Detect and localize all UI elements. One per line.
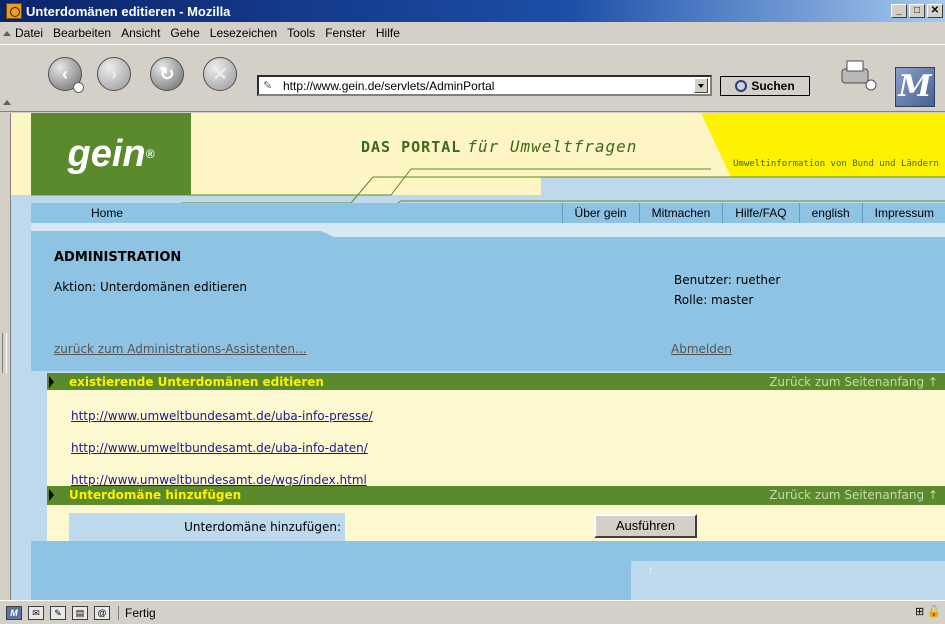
chat-icon[interactable]: @ — [94, 605, 110, 620]
search-button-label: Suchen — [751, 79, 795, 93]
nav-english[interactable]: english — [798, 203, 862, 223]
window-title-bar: Unterdomänen editieren - Mozilla _ □ ✕ — [0, 0, 945, 22]
menu-fenster[interactable]: Fenster — [320, 26, 371, 40]
nav-home[interactable]: Home — [31, 203, 183, 223]
url-input[interactable] — [283, 78, 694, 93]
portal-title: DAS PORTAL für Umweltfragen — [361, 137, 637, 156]
forward-button[interactable]: › — [97, 57, 131, 91]
admin-title: ADMINISTRATION — [54, 250, 182, 265]
page-content: gein ® DAS PORTAL für Umweltfragen Umwelti… — [10, 113, 945, 600]
section-add-subdomain: Unterdomäne hinzufügen Zurück zum Seiten… — [47, 486, 945, 505]
mozilla-logo-icon[interactable]: M — [895, 67, 935, 107]
mozilla-app-icon[interactable] — [6, 3, 22, 19]
close-button[interactable]: ✕ — [927, 4, 943, 18]
menu-gehe[interactable]: Gehe — [165, 26, 204, 40]
window-title: Unterdomänen editieren - Mozilla — [26, 3, 231, 19]
main-navigation: Home Über gein Mitmachen Hilfe/FAQ engli… — [31, 203, 945, 223]
toolbar-grip[interactable] — [0, 24, 11, 42]
tagline: Umweltinformation von Bund und Ländern — [733, 159, 939, 169]
back-button[interactable]: ‹ — [48, 57, 84, 93]
logout-link[interactable]: Abmelden — [671, 342, 732, 356]
action-text: Aktion: Unterdomänen editieren — [54, 280, 248, 294]
search-button[interactable]: Suchen — [720, 76, 810, 96]
menu-bearbeiten[interactable]: Bearbeiten — [48, 26, 116, 40]
search-icon — [735, 80, 748, 92]
addressbook-icon[interactable]: ▤ — [72, 605, 88, 620]
sidebar-splitter[interactable] — [0, 113, 10, 600]
menu-bar: Datei Bearbeiten Ansicht Gehe Lesezeiche… — [0, 22, 945, 44]
menu-datei[interactable]: Datei — [10, 26, 48, 40]
status-text: Fertig — [118, 605, 901, 620]
section-title: Unterdomäne hinzufügen — [69, 488, 242, 502]
portal-title-italic: für Umweltfragen — [467, 137, 638, 156]
nav-impressum[interactable]: Impressum — [861, 203, 945, 223]
nav-hilfe-faq[interactable]: Hilfe/FAQ — [722, 203, 798, 223]
back-icon: ‹ — [62, 63, 68, 84]
logo-registered-mark: ® — [145, 147, 155, 161]
add-subdomain-label: Unterdomäne hinzufügen: — [69, 513, 345, 541]
menu-hilfe[interactable]: Hilfe — [371, 26, 405, 40]
menu-lesezeichen[interactable]: Lesezeichen — [205, 26, 282, 40]
reload-icon: ↻ — [159, 63, 175, 84]
mozilla-status-icon[interactable]: M — [6, 605, 22, 620]
url-bar[interactable]: ✎ — [257, 75, 712, 96]
mail-icon[interactable]: ✉ — [28, 605, 44, 620]
nav-ueber-gein[interactable]: Über gein — [561, 203, 639, 223]
up-arrow-icon[interactable]: ↑ — [648, 565, 653, 576]
add-subdomain-input[interactable] — [346, 513, 592, 541]
print-icon[interactable] — [838, 59, 878, 91]
toolbar-grip[interactable] — [0, 93, 11, 111]
gein-logo[interactable]: gein ® — [31, 113, 191, 195]
navigation-toolbar: ‹ › ↻ ✕ ✎ Suchen M — [0, 44, 945, 112]
section-arrow-icon — [49, 376, 54, 388]
user-name: Benutzer: ruether — [674, 273, 781, 287]
page-icon: ✎ — [263, 79, 273, 92]
back-dropdown[interactable] — [73, 82, 84, 93]
back-to-top-link[interactable]: Zurück zum Seitenanfang ↑ — [769, 486, 938, 505]
stop-button[interactable]: ✕ — [203, 57, 237, 91]
logo-text: gein — [67, 132, 146, 175]
back-to-assistant-link[interactable]: zurück zum Administrations-Assistenten..… — [54, 342, 306, 356]
minimize-button[interactable]: _ — [891, 4, 907, 18]
security-lock-icon[interactable]: ⊞ 🔓 — [901, 605, 941, 621]
user-info: Benutzer: ruether Rolle: master — [674, 270, 780, 310]
subdomain-link[interactable]: http://www.umweltbundesamt.de/wgs/index.… — [71, 473, 367, 487]
subdomain-list — [47, 390, 945, 486]
portal-title-bold: DAS PORTAL — [361, 138, 462, 156]
section-arrow-icon — [49, 489, 54, 501]
menu-tools[interactable]: Tools — [282, 26, 320, 40]
composer-icon[interactable]: ✎ — [50, 605, 66, 620]
forward-icon: › — [111, 63, 117, 84]
status-bar: M ✉ ✎ ▤ @ Fertig ⊞ 🔓 — [0, 600, 945, 624]
execute-button[interactable]: Ausführen — [594, 514, 697, 538]
nav-mitmachen[interactable]: Mitmachen — [638, 203, 723, 223]
url-history-dropdown[interactable] — [694, 78, 708, 93]
user-role: Rolle: master — [674, 293, 754, 307]
maximize-button[interactable]: □ — [909, 4, 925, 18]
reload-button[interactable]: ↻ — [150, 57, 184, 91]
menu-ansicht[interactable]: Ansicht — [116, 26, 165, 40]
subdomain-link[interactable]: http://www.umweltbundesamt.de/uba-info-d… — [71, 441, 368, 455]
stop-icon: ✕ — [212, 63, 228, 84]
subdomain-link[interactable]: http://www.umweltbundesamt.de/uba-info-p… — [71, 409, 373, 423]
